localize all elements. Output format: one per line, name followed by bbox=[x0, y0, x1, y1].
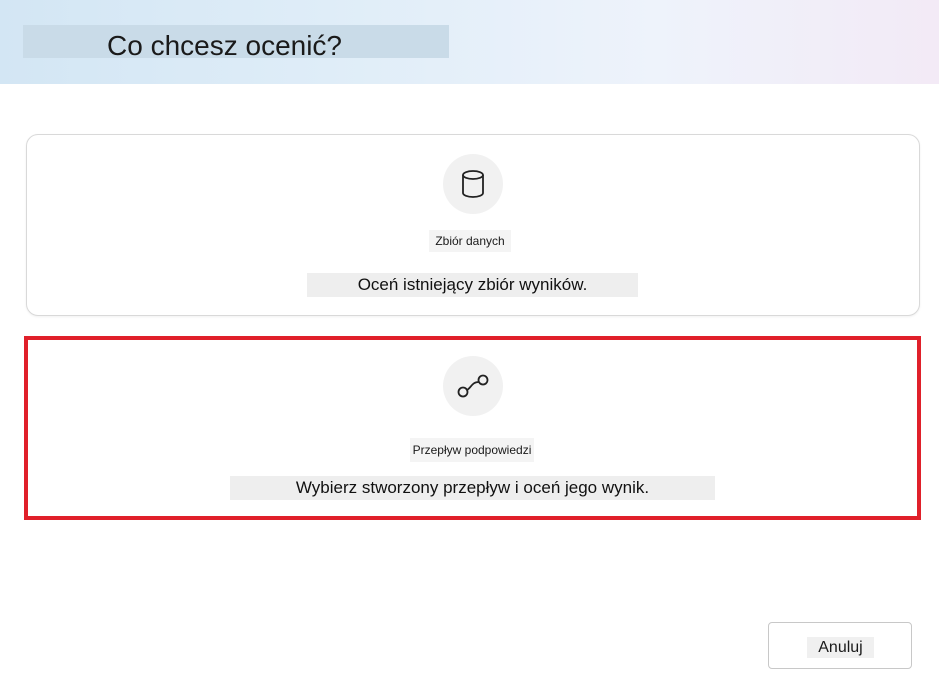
option-description: Oceń istniejący zbiór wyników. bbox=[307, 273, 638, 297]
option-label: Przepływ podpowiedzi bbox=[410, 438, 534, 462]
database-icon bbox=[443, 154, 503, 214]
option-card-dataset[interactable]: Zbiór danych Oceń istniejący zbiór wynik… bbox=[26, 134, 920, 316]
option-card-prompt-flow[interactable]: Przepływ podpowiedzi Wybierz stworzony p… bbox=[24, 336, 921, 520]
cancel-button-label: Anuluj bbox=[807, 637, 874, 658]
option-label: Zbiór danych bbox=[429, 230, 511, 252]
option-description: Wybierz stworzony przepływ i oceń jego w… bbox=[230, 476, 715, 500]
dialog-header: Co chcesz ocenić? bbox=[0, 0, 939, 84]
flow-icon bbox=[443, 356, 503, 416]
page-title: Co chcesz ocenić? bbox=[107, 30, 343, 61]
cancel-button[interactable]: Anuluj bbox=[768, 622, 912, 669]
